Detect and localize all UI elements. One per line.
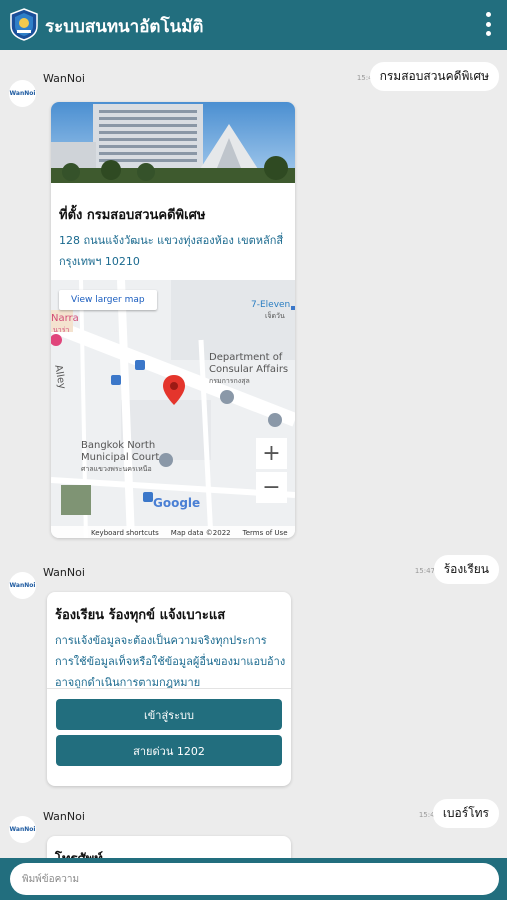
map-zoom-in-button[interactable]: + bbox=[256, 438, 287, 469]
complaint-card-text: การแจ้งข้อมูลจะต้องเป็นความจริงทุกประการ… bbox=[55, 634, 286, 689]
map-zoom-out-button[interactable]: − bbox=[256, 472, 287, 503]
map-label-court2: Municipal Court bbox=[81, 452, 160, 463]
map-label-dept: Department of bbox=[209, 352, 283, 363]
map-label-seven-th: เจ็ดวัน bbox=[265, 312, 285, 320]
map-label-seven: 7-Eleven bbox=[251, 300, 291, 310]
message-input[interactable] bbox=[10, 863, 499, 895]
app-header: ระบบสนทนาอัตโนมัติ bbox=[0, 0, 507, 50]
location-address: 128 ถนนแจ้งวัฒนะ แขวงทุ่งสองห้อง เขตหลัก… bbox=[59, 234, 284, 268]
hotline-button[interactable]: สายด่วน 1202 bbox=[56, 735, 282, 766]
map-pin-icon[interactable] bbox=[163, 375, 185, 405]
user-message: ร้องเรียน bbox=[433, 555, 499, 584]
bot-avatar: WanNoi bbox=[9, 816, 36, 843]
map-label-dept-th: กรมการกงสุล bbox=[209, 377, 250, 385]
user-message: เบอร์โทร bbox=[432, 799, 499, 828]
bot-name: WanNoi bbox=[43, 810, 85, 823]
complaint-card: ร้องเรียน ร้องทุกข์ แจ้งเบาะแส การแจ้งข้… bbox=[47, 592, 291, 786]
kebab-dot-icon bbox=[485, 31, 491, 36]
bot-avatar: WanNoi bbox=[9, 80, 36, 107]
user-message: กรมสอบสวนคดีพิเศษ bbox=[369, 62, 499, 91]
building-photo bbox=[51, 102, 295, 183]
location-card: ที่ตั้ง กรมสอบสวนคดีพิเศษ 128 ถนนแจ้งวัฒ… bbox=[51, 102, 295, 538]
phone-card: โทรศัพท์ bbox=[47, 836, 291, 858]
message-timestamp: 15:47 bbox=[414, 567, 435, 575]
embedded-map[interactable]: View larger map 7-Eleven เจ็ดวัน Narra น… bbox=[51, 280, 295, 538]
more-menu-button[interactable] bbox=[481, 12, 495, 36]
terms-of-use-link[interactable]: Terms of Use bbox=[243, 529, 288, 537]
keyboard-shortcuts-link[interactable]: Keyboard shortcuts bbox=[91, 529, 159, 537]
kebab-dot-icon bbox=[485, 21, 491, 27]
bot-name: WanNoi bbox=[43, 72, 85, 85]
phone-card-title: โทรศัพท์ bbox=[55, 848, 103, 858]
map-label-court: Bangkok North bbox=[81, 440, 156, 451]
map-label-narra: Narra bbox=[51, 313, 79, 324]
view-larger-map-link[interactable]: View larger map bbox=[59, 290, 157, 310]
chat-area[interactable]: 15:47 กรมสอบสวนคดีพิเศษ WanNoi WanNoi ที… bbox=[0, 50, 507, 858]
map-data-text: Map data ©2022 bbox=[170, 529, 231, 537]
message-input-bar bbox=[0, 858, 507, 900]
card-divider bbox=[47, 688, 291, 689]
bot-name: WanNoi bbox=[43, 566, 85, 579]
dsi-logo-icon bbox=[10, 8, 38, 41]
map-label-court-th: ศาลแขวงพระนครเหนือ bbox=[81, 465, 152, 473]
complaint-card-title: ร้องเรียน ร้องทุกข์ แจ้งเบาะแส bbox=[55, 608, 226, 623]
map-attribution: Keyboard shortcuts Map data ©2022 Terms … bbox=[51, 526, 295, 538]
app-title: ระบบสนทนาอัตโนมัติ bbox=[45, 17, 204, 37]
kebab-dot-icon bbox=[485, 12, 491, 17]
google-logo: Google bbox=[153, 496, 201, 510]
login-button[interactable]: เข้าสู่ระบบ bbox=[56, 699, 282, 730]
bot-avatar: WanNoi bbox=[9, 572, 36, 599]
map-label-narra-th: นาร่า bbox=[53, 326, 70, 334]
map-label-dept2: Consular Affairs bbox=[209, 364, 289, 375]
location-card-title: ที่ตั้ง กรมสอบสวนคดีพิเศษ bbox=[59, 208, 206, 223]
